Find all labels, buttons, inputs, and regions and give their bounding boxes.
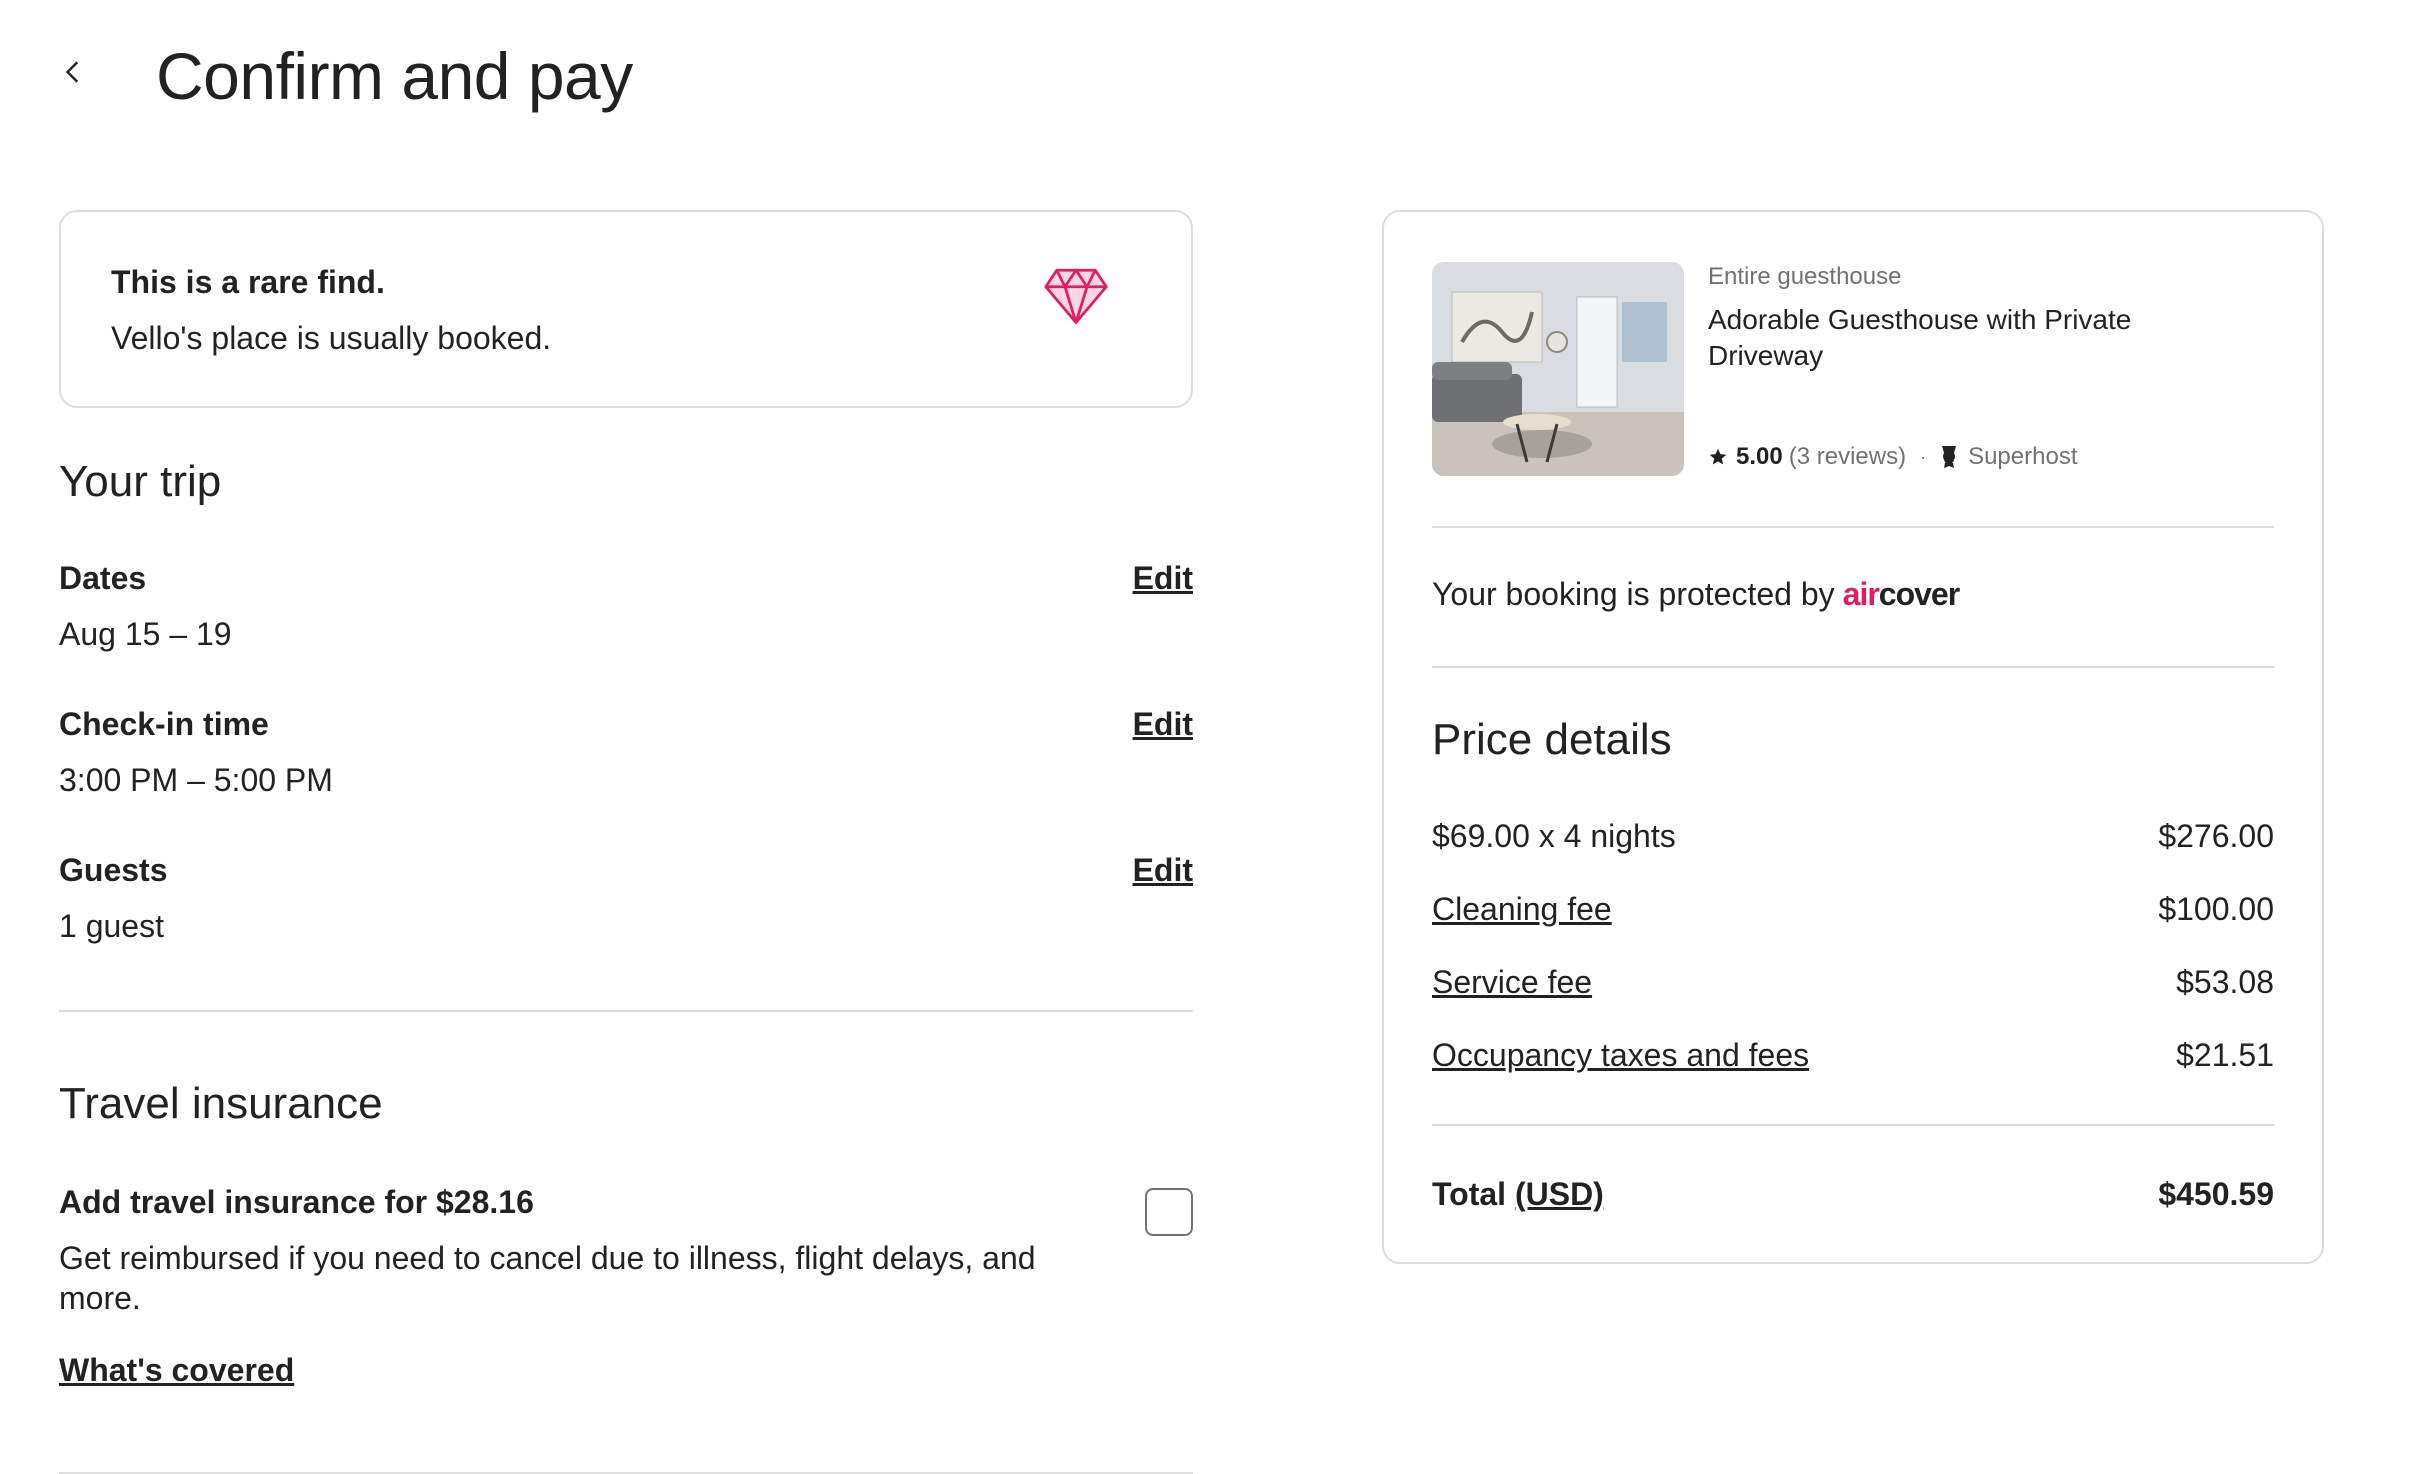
price-row-nights: $69.00 x 4 nights $276.00 — [1432, 816, 2274, 856]
aircover-logo-air: air — [1842, 576, 1880, 612]
listing-type: Entire guesthouse — [1708, 263, 1902, 290]
trip-row-dates: Dates Aug 15 – 19 Edit — [59, 558, 1193, 654]
edit-guests-link[interactable]: Edit — [1133, 850, 1193, 890]
service-fee-link[interactable]: Service fee — [1432, 962, 1592, 1002]
price-row-service-fee: Service fee $53.08 — [1432, 962, 2274, 1002]
diamond-icon — [1044, 268, 1108, 324]
divider — [1432, 666, 2274, 668]
occupancy-taxes-link[interactable]: Occupancy taxes and fees — [1432, 1035, 1809, 1075]
rare-find-subtitle: Vello's place is usually booked. — [111, 320, 552, 356]
edit-checkin-link[interactable]: Edit — [1133, 704, 1193, 744]
separator-dot: · — [1920, 447, 1927, 467]
insurance-checkbox[interactable] — [1145, 1188, 1193, 1236]
price-amount: $276.00 — [2158, 818, 2274, 854]
your-trip-title: Your trip — [59, 457, 222, 506]
back-button[interactable] — [44, 42, 104, 102]
guests-value: 1 guest — [59, 908, 164, 944]
guests-label: Guests — [59, 852, 168, 888]
whats-covered-link[interactable]: What's covered — [59, 1350, 294, 1390]
price-amount: $100.00 — [2158, 891, 2274, 927]
cleaning-fee-link[interactable]: Cleaning fee — [1432, 889, 1612, 929]
price-row-taxes: Occupancy taxes and fees $21.51 — [1432, 1035, 2274, 1075]
edit-dates-link[interactable]: Edit — [1133, 558, 1193, 598]
total-amount: $450.59 — [2158, 1176, 2274, 1212]
dates-label: Dates — [59, 560, 147, 596]
protection-text: Your booking is protected by — [1432, 576, 1835, 612]
aircover-protection: Your booking is protected by air cover — [1432, 574, 1960, 614]
price-label: $69.00 x 4 nights — [1432, 818, 1676, 854]
chevron-left-icon — [65, 61, 79, 83]
price-total-row: Total (USD) $450.59 — [1432, 1174, 2274, 1214]
booking-summary-card: Entire guesthouse Adorable Guesthouse wi… — [1382, 210, 2324, 1264]
insurance-label: Add travel insurance for $28.16 — [59, 1184, 534, 1220]
total-label: Total — [1432, 1176, 1507, 1212]
travel-insurance-option: Add travel insurance for $28.16 Get reim… — [59, 1182, 1193, 1318]
listing-photo[interactable] — [1432, 262, 1684, 476]
listing-name: Adorable Guesthouse with Private Drivewa… — [1708, 304, 2132, 371]
aircover-logo-cover: cover — [1878, 576, 1960, 612]
listing-meta: 5.00 (3 reviews) · Superhost — [1708, 442, 2077, 472]
checkin-value: 3:00 PM – 5:00 PM — [59, 762, 333, 798]
superhost-badge: Superhost — [1968, 443, 2078, 470]
price-details-title: Price details — [1432, 715, 1672, 764]
price-amount: $53.08 — [2176, 964, 2274, 1000]
travel-insurance-title: Travel insurance — [59, 1079, 383, 1128]
divider — [1432, 526, 2274, 528]
trip-row-checkin: Check-in time 3:00 PM – 5:00 PM Edit — [59, 704, 1193, 800]
divider — [59, 1010, 1193, 1012]
listing-photo-image — [1432, 262, 1684, 476]
dates-value: Aug 15 – 19 — [59, 616, 232, 652]
listing-rating: 5.00 — [1736, 443, 1783, 470]
divider — [1432, 1124, 2274, 1126]
page-title: Confirm and pay — [156, 39, 633, 113]
rare-find-title: This is a rare find. — [111, 264, 385, 300]
trip-row-guests: Guests 1 guest Edit — [59, 850, 1193, 946]
page-header: Confirm and pay — [0, 0, 2420, 150]
currency-link[interactable]: (USD) — [1515, 1176, 1604, 1212]
star-icon — [1709, 448, 1727, 465]
total-label-group: Total (USD) — [1432, 1174, 1604, 1214]
listing-reviews: (3 reviews) — [1788, 443, 1907, 470]
price-row-cleaning-fee: Cleaning fee $100.00 — [1432, 889, 2274, 929]
left-column: This is a rare find. Vello's place is us… — [59, 210, 1193, 1474]
superhost-icon — [1942, 446, 1957, 468]
checkin-label: Check-in time — [59, 706, 269, 742]
insurance-description: Get reimbursed if you need to cancel due… — [59, 1240, 1036, 1316]
price-amount: $21.51 — [2176, 1037, 2274, 1073]
rare-find-card: This is a rare find. Vello's place is us… — [59, 210, 1193, 408]
